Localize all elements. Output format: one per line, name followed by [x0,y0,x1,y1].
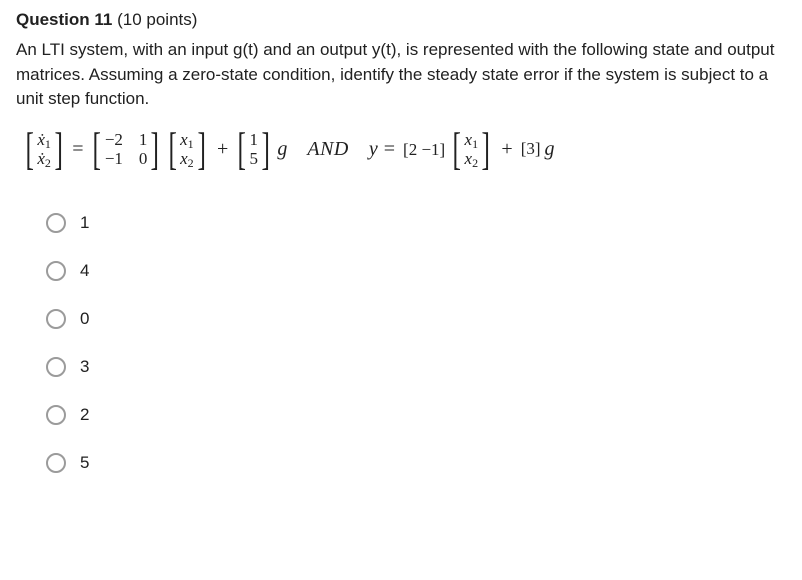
option-label-5: 2 [80,405,89,425]
option-label-6: 5 [80,453,89,473]
question-prompt: An LTI system, with an input g(t) and an… [16,38,786,112]
C-matrix: [2 −1] [401,138,447,161]
question-number: Question 11 [16,10,112,29]
radio-option-1[interactable] [46,213,66,233]
option-row-5: 2 [46,391,786,439]
g-var-2: g [545,138,555,161]
and-text: AND [307,138,349,161]
option-row-1: 1 [46,199,786,247]
equals-sign: = [72,138,83,161]
option-label-3: 0 [80,309,89,329]
radio-option-4[interactable] [46,357,66,377]
question-points: (10 points) [117,10,197,29]
radio-option-2[interactable] [46,261,66,281]
B-matrix: [ 1 5 ] [234,130,273,169]
radio-option-5[interactable] [46,405,66,425]
option-row-2: 4 [46,247,786,295]
x-vector-1: [ x1 x2 ] [165,130,209,169]
math-equations: [ ẋ1 ẋ2 ] = [ −21 −10 ] [ x1 x2 ] + [ 1 … [22,130,786,169]
D-matrix: [3] [519,139,543,159]
radio-option-3[interactable] [46,309,66,329]
radio-option-6[interactable] [46,453,66,473]
xdot-vector: [ ẋ1 ẋ2 ] [22,130,66,169]
plus-sign-1: + [217,138,228,161]
x-vector-2: [ x1 x2 ] [449,130,493,169]
plus-sign-2: + [501,138,512,161]
g-var: g [277,138,287,161]
option-label-4: 3 [80,357,89,377]
option-label-2: 4 [80,261,89,281]
equals-sign-2: = [384,138,395,161]
A-matrix: [ −21 −10 ] [89,130,162,169]
option-row-4: 3 [46,343,786,391]
option-row-6: 5 [46,439,786,487]
answer-options: 1 4 0 3 2 5 [46,199,786,487]
question-title: Question 11 (10 points) [16,10,786,30]
y-var: y [369,138,378,161]
option-label-1: 1 [80,213,89,233]
option-row-3: 0 [46,295,786,343]
